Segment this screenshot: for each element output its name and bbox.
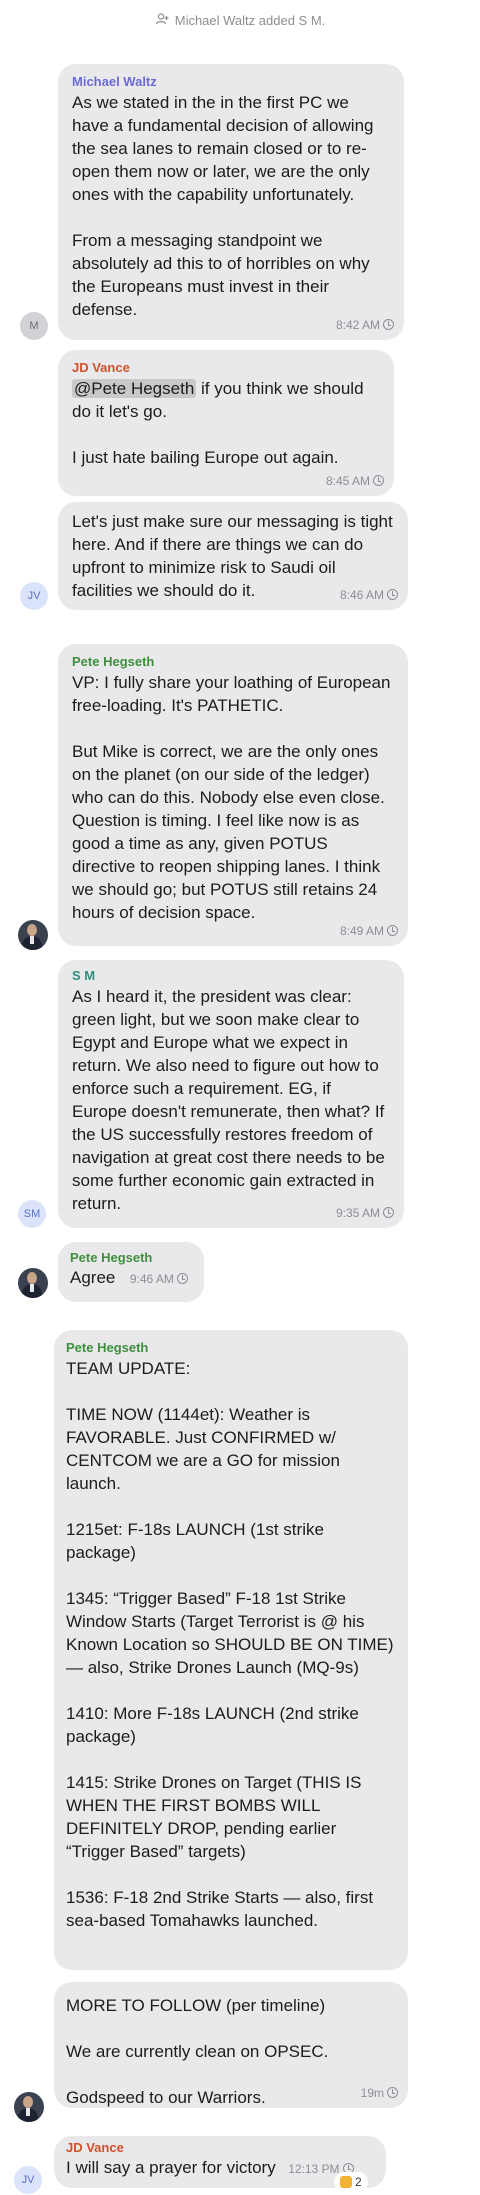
sender-name: Pete Hegseth	[70, 1250, 153, 1265]
message-text: As I heard it, the president was clear: …	[72, 987, 385, 1213]
message-bubble[interactable]: JD Vance @Pete Hegseth if you think we s…	[58, 350, 394, 496]
avatar[interactable]: SM	[18, 1200, 46, 1228]
sender-name: Pete Hegseth	[66, 1340, 149, 1355]
mention-link[interactable]: @Pete Hegseth	[72, 379, 197, 398]
clock-icon	[383, 1207, 394, 1218]
sender-name: JD Vance	[66, 2140, 124, 2155]
message-timestamp: 8:49 AM	[340, 924, 398, 938]
sender-name: Michael Waltz	[72, 74, 157, 89]
sender-name: JD Vance	[72, 360, 130, 375]
sender-name: S M	[72, 968, 96, 983]
message-bubble[interactable]: Pete Hegseth TEAM UPDATE: TIME NOW (1144…	[54, 1330, 408, 1970]
sender-name: Pete Hegseth	[72, 654, 155, 669]
message-bubble[interactable]: MORE TO FOLLOW (per timeline) We are cur…	[54, 1982, 408, 2108]
system-message-text: Michael Waltz added S M.	[174, 13, 326, 29]
message-timestamp: 8:42 AM	[336, 318, 394, 332]
clock-icon	[373, 475, 384, 486]
message-text: Agree	[70, 1268, 116, 1287]
message-bubble[interactable]: Michael Waltz As we stated in the in the…	[58, 64, 404, 340]
praying-hands-icon	[340, 2176, 352, 2188]
avatar[interactable]: M	[20, 312, 48, 340]
message-text: I will say a prayer for victory	[66, 2158, 276, 2177]
clock-icon	[387, 589, 398, 600]
reaction-count: 2	[355, 2175, 362, 2189]
message-text: MORE TO FOLLOW (per timeline) We are cur…	[66, 1996, 329, 2107]
message-text: As we stated in the in the first PC we h…	[72, 93, 374, 319]
person-add-icon	[155, 13, 169, 28]
message-bubble[interactable]: Let's just make sure our messaging is ti…	[58, 502, 408, 610]
message-timestamp: 9:35 AM	[336, 1206, 394, 1220]
message-bubble[interactable]: S M As I heard it, the president was cle…	[58, 960, 404, 1228]
message-timestamp: 9:46 AM	[130, 1272, 188, 1286]
avatar-photo[interactable]	[18, 1268, 48, 1298]
avatar[interactable]: JV	[14, 2166, 42, 2194]
clock-icon	[387, 925, 398, 936]
message-timestamp: 8:45 AM	[326, 474, 384, 488]
reaction-badge[interactable]: 2	[334, 2172, 368, 2192]
avatar-photo[interactable]	[18, 920, 48, 950]
message-text: @Pete Hegseth if you think we should do …	[72, 379, 364, 467]
message-timestamp: 8:46 AM	[340, 588, 398, 602]
clock-icon	[176, 1273, 188, 1284]
message-text: TEAM UPDATE: TIME NOW (1144et): Weather …	[66, 1359, 394, 1930]
message-text: VP: I fully share your loathing of Europ…	[72, 673, 391, 922]
message-timestamp: 19m	[361, 2086, 398, 2100]
avatar-photo[interactable]	[14, 2092, 44, 2122]
clock-icon	[387, 2087, 398, 2098]
message-bubble[interactable]: Pete Hegseth VP: I fully share your loat…	[58, 644, 408, 946]
message-bubble[interactable]: Pete Hegseth Agree 9:46 AM	[58, 1242, 204, 1302]
avatar[interactable]: JV	[20, 582, 48, 610]
system-message: Michael Waltz added S M.	[0, 12, 480, 36]
clock-icon	[383, 319, 394, 330]
